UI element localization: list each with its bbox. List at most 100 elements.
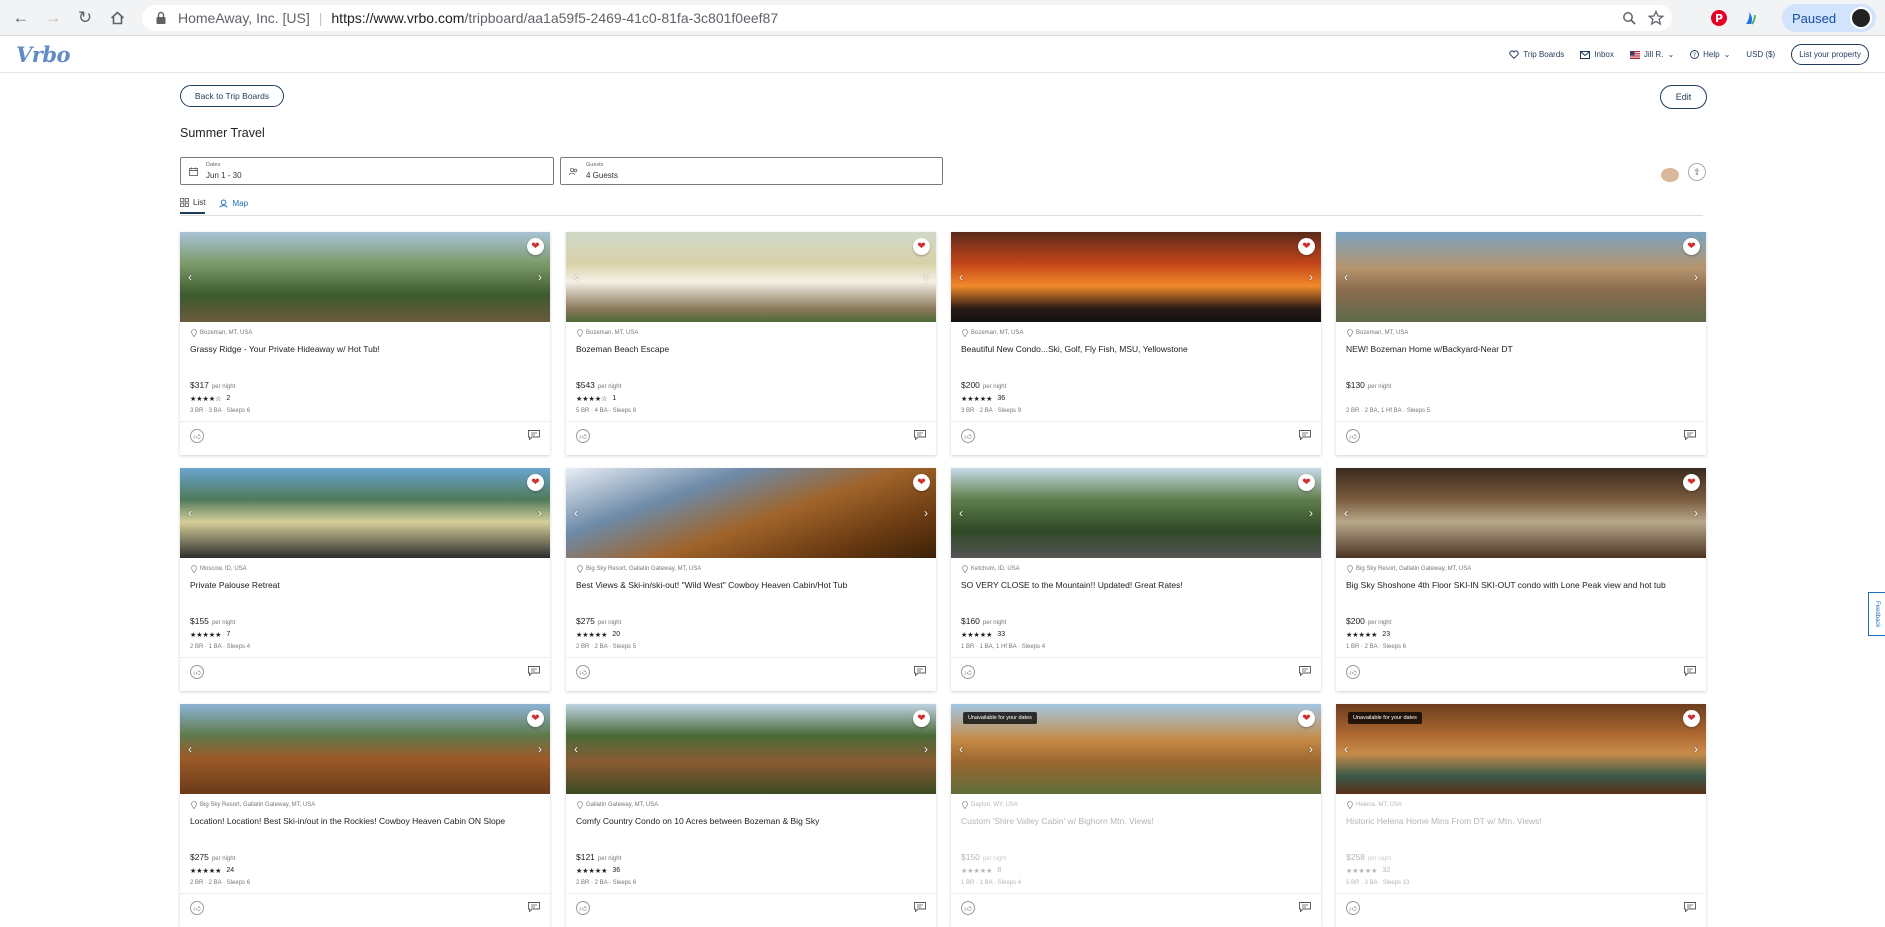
chevron-right-icon[interactable]: ›	[1309, 506, 1313, 520]
listing-photo[interactable]	[180, 232, 550, 322]
thumbs-up-icon[interactable]: 👍︎	[576, 665, 590, 679]
listing-card[interactable]: ‹ › ❤ Bozeman, MT, USA Bozeman Beach Esc…	[566, 232, 936, 455]
back-to-trip-boards-button[interactable]: Back to Trip Boards	[180, 85, 284, 107]
comment-icon[interactable]	[914, 902, 926, 912]
home-icon[interactable]	[106, 7, 128, 29]
comment-icon[interactable]	[1684, 430, 1696, 440]
chevron-left-icon[interactable]: ‹	[959, 270, 963, 284]
dates-field[interactable]: Dates Jun 1 - 30	[180, 157, 554, 185]
listing-name[interactable]: Best Views & Ski-in/ski-out! "Wild West"…	[576, 580, 926, 590]
listing-photo[interactable]	[1336, 468, 1706, 558]
thumbs-up-icon[interactable]: 👍︎	[190, 901, 204, 915]
listing-photo[interactable]	[951, 468, 1321, 558]
listing-photo[interactable]	[180, 704, 550, 794]
list-property-button[interactable]: List your property	[1791, 44, 1869, 65]
thumbs-up-icon[interactable]: 👍︎	[576, 901, 590, 915]
heart-icon[interactable]: ❤	[1298, 474, 1315, 491]
feedback-tab[interactable]: Feedback	[1868, 592, 1885, 636]
comment-icon[interactable]	[1299, 902, 1311, 912]
heart-icon[interactable]: ❤	[1683, 238, 1700, 255]
comment-icon[interactable]	[1684, 902, 1696, 912]
chevron-right-icon[interactable]: ›	[1694, 742, 1698, 756]
chevron-left-icon[interactable]: ‹	[574, 742, 578, 756]
listing-card[interactable]: ‹ › ❤ Moscow, ID, USA Private Palouse Re…	[180, 468, 550, 691]
listing-name[interactable]: SO VERY CLOSE to the Mountain!! Updated!…	[961, 580, 1311, 590]
thumbs-up-icon[interactable]: 👍︎	[190, 429, 204, 443]
listing-card[interactable]: ‹ › ❤ Bozeman, MT, USA Beautiful New Con…	[951, 232, 1321, 455]
listing-photo[interactable]	[1336, 232, 1706, 322]
listing-name[interactable]: Location! Location! Best Ski-in/out in t…	[190, 816, 540, 826]
listing-name[interactable]: Beautiful New Condo...Ski, Golf, Fly Fis…	[961, 344, 1311, 354]
listing-card[interactable]: ‹ › ❤ Gallatin Gateway, MT, USA Comfy Co…	[566, 704, 936, 927]
listing-card[interactable]: ‹ › ❤ Bozeman, MT, USA Grassy Ridge - Yo…	[180, 232, 550, 455]
currency-selector[interactable]: USD ($)	[1746, 50, 1775, 59]
thumbs-up-icon[interactable]: 👍︎	[961, 429, 975, 443]
heart-icon[interactable]: ❤	[527, 710, 544, 727]
comment-icon[interactable]	[528, 666, 540, 676]
chevron-left-icon[interactable]: ‹	[188, 506, 192, 520]
pinterest-icon[interactable]: P	[1707, 6, 1731, 30]
tab-map[interactable]: Map	[219, 198, 248, 214]
listing-card[interactable]: Unavailable for your dates ‹ › ❤ Dayton,…	[951, 704, 1321, 927]
edit-button[interactable]: Edit	[1660, 85, 1707, 109]
thumbs-up-icon[interactable]: 👍︎	[576, 429, 590, 443]
guests-field[interactable]: Guests 4 Guests	[560, 157, 943, 185]
listing-name[interactable]: Historic Helena Home Mins From DT w/ Mtn…	[1346, 816, 1696, 826]
chevron-right-icon[interactable]: ›	[1694, 506, 1698, 520]
comment-icon[interactable]	[1684, 666, 1696, 676]
heart-icon[interactable]: ❤	[1298, 238, 1315, 255]
help-menu[interactable]: ? Help ⌄	[1690, 50, 1730, 59]
user-menu[interactable]: Jill R. ⌄	[1629, 50, 1674, 59]
share-icon[interactable]: ⇧	[1688, 163, 1706, 181]
heart-icon[interactable]: ❤	[527, 238, 544, 255]
heart-icon[interactable]: ❤	[1683, 710, 1700, 727]
chevron-left-icon[interactable]: ‹	[188, 742, 192, 756]
listing-card[interactable]: ‹ › ❤ Ketchum, ID, USA SO VERY CLOSE to …	[951, 468, 1321, 691]
chevron-left-icon[interactable]: ‹	[574, 270, 578, 284]
thumbs-up-icon[interactable]: 👍︎	[1346, 429, 1360, 443]
chevron-left-icon[interactable]: ‹	[959, 506, 963, 520]
heart-icon[interactable]: ❤	[1683, 474, 1700, 491]
listing-name[interactable]: Comfy Country Condo on 10 Acres between …	[576, 816, 926, 826]
listing-photo[interactable]	[951, 232, 1321, 322]
back-arrow-icon[interactable]: ←	[10, 7, 32, 29]
inbox-link[interactable]: Inbox	[1580, 50, 1614, 59]
chevron-right-icon[interactable]: ›	[1309, 742, 1313, 756]
comment-icon[interactable]	[1299, 666, 1311, 676]
chevron-right-icon[interactable]: ›	[924, 506, 928, 520]
listing-name[interactable]: Private Palouse Retreat	[190, 580, 540, 590]
listing-name[interactable]: NEW! Bozeman Home w/Backyard-Near DT	[1346, 344, 1696, 354]
listing-name[interactable]: Big Sky Shoshone 4th Floor SKI-IN SKI-OU…	[1346, 580, 1696, 590]
thumbs-up-icon[interactable]: 👍︎	[1346, 901, 1360, 915]
chevron-left-icon[interactable]: ‹	[574, 506, 578, 520]
address-bar[interactable]: HomeAway, Inc. [US] | https://www.vrbo.c…	[142, 5, 1672, 31]
chevron-left-icon[interactable]: ‹	[188, 270, 192, 284]
chevron-right-icon[interactable]: ›	[924, 742, 928, 756]
bookmark-star-icon[interactable]	[1648, 10, 1664, 26]
chevron-right-icon[interactable]: ›	[538, 506, 542, 520]
listing-name[interactable]: Custom 'Shire Valley Cabin' w/ Bighorn M…	[961, 816, 1311, 826]
forward-arrow-icon[interactable]: →	[42, 7, 64, 29]
chevron-right-icon[interactable]: ›	[538, 742, 542, 756]
profile-paused-button[interactable]: Paused	[1782, 4, 1876, 32]
chevron-left-icon[interactable]: ‹	[1344, 742, 1348, 756]
thumbs-up-icon[interactable]: 👍︎	[1346, 665, 1360, 679]
listing-card[interactable]: ‹ › ❤ Big Sky Resort, Gallatin Gateway, …	[180, 704, 550, 927]
comment-icon[interactable]	[914, 666, 926, 676]
zoom-icon[interactable]	[1622, 11, 1636, 25]
comment-icon[interactable]	[1299, 430, 1311, 440]
vrbo-logo[interactable]: Vrbo	[16, 42, 71, 67]
heart-icon[interactable]: ❤	[913, 474, 930, 491]
thumbs-up-icon[interactable]: 👍︎	[961, 901, 975, 915]
heart-icon[interactable]: ❤	[527, 474, 544, 491]
chevron-right-icon[interactable]: ›	[924, 270, 928, 284]
thumbs-up-icon[interactable]: 👍︎	[190, 665, 204, 679]
reload-icon[interactable]: ↻	[74, 7, 96, 29]
heart-icon[interactable]: ❤	[913, 238, 930, 255]
thumbs-up-icon[interactable]: 👍︎	[961, 665, 975, 679]
comment-icon[interactable]	[914, 430, 926, 440]
chevron-left-icon[interactable]: ‹	[959, 742, 963, 756]
collaborator-avatar[interactable]	[1661, 168, 1679, 182]
comment-icon[interactable]	[528, 902, 540, 912]
listing-card[interactable]: Unavailable for your dates ‹ › ❤ Helena,…	[1336, 704, 1706, 927]
